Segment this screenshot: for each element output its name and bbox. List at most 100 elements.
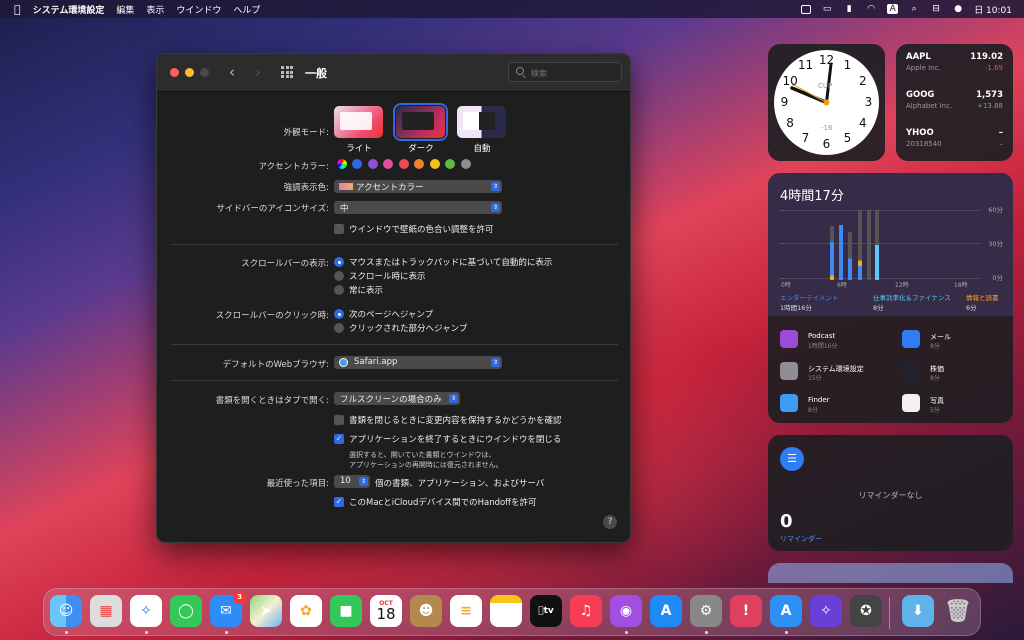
trash-icon[interactable]: 🗑	[942, 595, 974, 627]
ask-keep-changes-checkbox[interactable]	[334, 415, 344, 425]
menu-app-name[interactable]: システム環境設定	[33, 3, 105, 16]
accent-color-swatch[interactable]	[398, 159, 409, 169]
app-usage-item[interactable]: システム環境設定 15分	[780, 362, 890, 386]
accent-color-swatch[interactable]	[352, 159, 362, 169]
highlight-color-popup[interactable]: アクセントカラー ⇕	[334, 180, 502, 193]
mail-icon[interactable]: ✉ 3	[210, 591, 246, 627]
close-windows-option[interactable]: ✓ アプリケーションを終了するときにウインドウを閉じる	[334, 433, 561, 445]
sidebar-icon-size-popup[interactable]: 中 ⇕	[334, 201, 502, 214]
app-store-icon[interactable]: A	[650, 595, 682, 627]
appearance-light-thumb[interactable]	[334, 106, 383, 138]
apple-menu-icon[interactable]: 	[14, 3, 21, 16]
safari-icon[interactable]: ✧	[130, 595, 162, 627]
show-all-grid-icon[interactable]	[281, 66, 293, 78]
close-windows-checkbox[interactable]: ✓	[334, 434, 344, 444]
wifi-icon[interactable]: ◠	[865, 4, 877, 14]
siri-icon[interactable]: ●	[952, 4, 964, 14]
xcode-app-icon[interactable]: A	[770, 595, 802, 627]
tint-option[interactable]: ウインドウで壁紙の色合い調整を許可	[334, 223, 494, 235]
screen-time-summary: 4時間17分 60分 30分 0分 0時 6時 12時 18時 エンターテイメン…	[768, 173, 1013, 316]
podcasts-icon[interactable]: ◉	[610, 595, 642, 627]
app-usage-item[interactable]: Finder 8分	[780, 394, 890, 418]
back-arrow-icon[interactable]: ‹	[229, 63, 235, 81]
app-usage-item[interactable]: 株価 8分	[902, 362, 1012, 386]
stock-row[interactable]: AAPL Apple Inc. 119.02 -1.69	[906, 52, 1003, 90]
help-button[interactable]: ?	[603, 515, 617, 529]
close-button[interactable]	[170, 68, 179, 77]
search-field[interactable]: 検索	[508, 62, 622, 82]
screen-time-widget[interactable]: 4時間17分 60分 30分 0分 0時 6時 12時 18時 エンターテイメン…	[768, 173, 1013, 423]
menu-help[interactable]: ヘルプ	[233, 3, 260, 16]
radio-button[interactable]	[334, 309, 344, 319]
battery-icon[interactable]: ▮	[843, 4, 855, 14]
radio-button[interactable]	[334, 323, 344, 333]
maps-icon[interactable]: ➤	[250, 595, 282, 627]
appearance-auto-thumb[interactable]	[457, 106, 506, 138]
system-preferences-icon[interactable]: ⚙	[690, 595, 722, 627]
scrollbar-scrolling-option[interactable]: スクロール時に表示	[334, 270, 426, 282]
forward-arrow-icon[interactable]: ›	[255, 63, 261, 81]
clock-widget[interactable]: 12 1 2 3 4 5 6 7 8 9 10 11 CUP -16	[768, 44, 885, 161]
zoom-button[interactable]	[200, 68, 209, 77]
scroll-click-spot-option[interactable]: クリックされた部分へジャンプ	[334, 322, 467, 334]
reminders-icon[interactable]: ≡	[450, 595, 482, 627]
input-source-icon[interactable]: A	[887, 4, 899, 14]
appearance-dark-thumb[interactable]	[393, 103, 448, 141]
stock-row[interactable]: YHOO 20318540 – –	[906, 128, 1003, 166]
spotlight-search-icon[interactable]: ⌕	[908, 4, 920, 14]
accent-color-swatch[interactable]	[445, 159, 455, 169]
radio-button[interactable]	[334, 271, 344, 281]
scrollbar-auto-option[interactable]: マウスまたはトラックパッドに基づいて自動的に表示	[334, 256, 552, 268]
reminders-widget[interactable]: ☰ リマインダーなし 0 リマインダー	[768, 435, 1013, 551]
scroll-click-next-page-option[interactable]: 次のページへジャンプ	[334, 308, 433, 320]
default-browser-popup[interactable]: Safari.app ⇕	[334, 356, 502, 369]
accent-multicolor-swatch[interactable]	[337, 159, 347, 169]
scrollbar-label: スクロールバーの表示:	[241, 259, 329, 269]
app-usage-item[interactable]: メール 8分	[902, 330, 1012, 354]
calendar-icon[interactable]: OCT 18	[370, 595, 402, 627]
stocks-widget[interactable]: AAPL Apple Inc. 119.02 -1.69 GOOG Alphabet In…	[896, 44, 1013, 161]
accent-color-swatch[interactable]	[414, 159, 424, 169]
appearance-light-caption: ライト	[346, 144, 372, 154]
contacts-icon[interactable]: ☻	[410, 595, 442, 627]
launchpad-icon[interactable]: ▦	[90, 595, 122, 627]
messages-icon[interactable]: ◯	[170, 595, 202, 627]
tint-checkbox[interactable]	[334, 224, 344, 234]
screen-mirroring-icon[interactable]	[801, 4, 812, 14]
accent-color-swatch[interactable]	[367, 159, 378, 169]
menu-edit[interactable]: 編集	[116, 3, 134, 16]
handoff-option[interactable]: ✓ このMacとiCloudデバイス間でのHandoffを許可	[334, 496, 537, 508]
photos-icon[interactable]: ✿	[290, 595, 322, 627]
app-usage-item[interactable]: 写真 5分	[902, 394, 1012, 418]
downloads-folder-icon[interactable]: ⬇	[902, 595, 934, 627]
accent-color-swatch[interactable]	[383, 159, 393, 169]
accent-color-swatch[interactable]	[429, 159, 440, 169]
menu-window[interactable]: ウインドウ	[176, 3, 221, 16]
app-usage-item[interactable]: Podcast 1時間16分	[780, 330, 890, 354]
icloud-photos-icon[interactable]: ✪	[850, 595, 882, 627]
ask-keep-changes-option[interactable]: 書類を閉じるときに変更内容を保持するかどうかを確認	[334, 414, 562, 426]
tv-icon[interactable]: tv	[530, 595, 562, 627]
facetime-icon[interactable]: ■	[330, 595, 362, 627]
music-icon[interactable]: ♫	[570, 595, 602, 627]
stock-row[interactable]: GOOG Alphabet Inc. 1,573 +13.88	[906, 90, 1003, 128]
control-center-icon[interactable]: ⊟	[930, 4, 942, 14]
minimize-button[interactable]	[185, 68, 194, 77]
notes-icon[interactable]	[490, 595, 522, 627]
radio-button[interactable]	[334, 257, 344, 267]
clock-hour-number: 4	[859, 115, 867, 130]
handoff-label: このMacとiCloudデバイス間でのHandoffを許可	[349, 498, 537, 508]
usage-bar	[839, 225, 843, 280]
safari-technology-preview-icon[interactable]: ✧	[810, 595, 842, 627]
open-in-tabs-popup[interactable]: フルスクリーンの場合のみ ⇕	[334, 392, 460, 405]
finder-icon[interactable]: ☺	[50, 595, 82, 627]
scrollbar-always-option[interactable]: 常に表示	[334, 284, 383, 296]
feedback-assistant-icon[interactable]: !	[730, 595, 762, 627]
recent-items-popup[interactable]: 10 ⇕	[334, 475, 370, 488]
radio-button[interactable]	[334, 285, 344, 295]
menu-view[interactable]: 表示	[146, 3, 164, 16]
handoff-checkbox[interactable]: ✓	[334, 497, 344, 507]
accent-color-swatch[interactable]	[460, 159, 471, 169]
camera-icon[interactable]: ▭	[821, 4, 833, 14]
menubar-clock[interactable]: 日 10:01	[974, 3, 1012, 16]
